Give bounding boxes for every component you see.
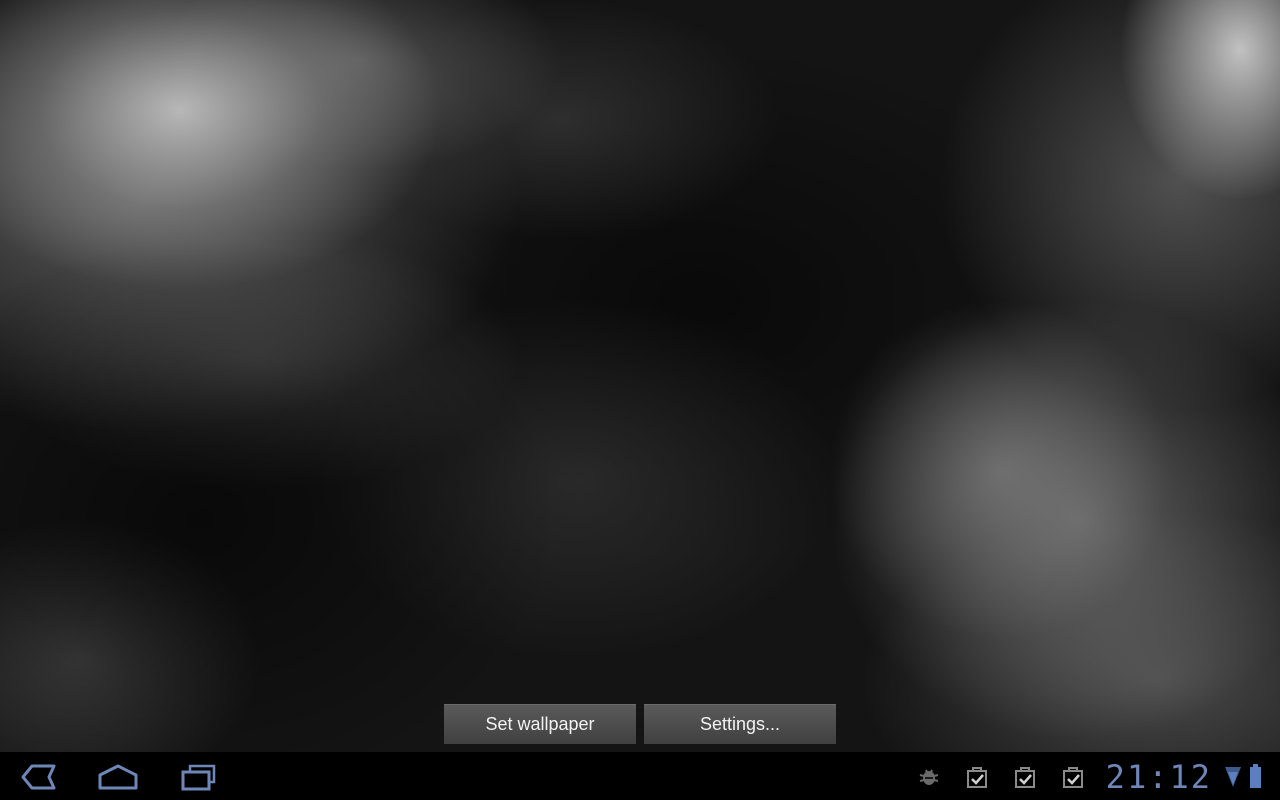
back-icon	[21, 764, 56, 790]
system-bar: 21:12	[0, 752, 1280, 800]
recent-apps-button[interactable]	[170, 760, 226, 794]
wallpaper-preview-screen: Set wallpaper Settings... 21:12	[0, 0, 1280, 800]
set-wallpaper-button[interactable]: Set wallpaper	[444, 704, 636, 744]
download-complete-icon[interactable]	[1012, 764, 1038, 790]
wallpaper-actions: Set wallpaper Settings...	[444, 704, 836, 744]
settings-button[interactable]: Settings...	[644, 704, 836, 744]
recent-apps-icon	[181, 764, 216, 791]
download-complete-icon[interactable]	[964, 764, 990, 790]
home-button[interactable]	[90, 760, 146, 794]
status-clock[interactable]: 21:12	[1106, 756, 1212, 798]
android-debug-icon[interactable]	[916, 764, 942, 790]
wallpaper-shade	[0, 0, 1280, 752]
wifi-signal-icon[interactable]	[1224, 766, 1242, 788]
home-icon	[98, 764, 138, 790]
wallpaper-preview	[0, 0, 1280, 752]
download-complete-icon[interactable]	[1060, 764, 1086, 790]
battery-icon[interactable]	[1250, 764, 1261, 788]
back-button[interactable]	[10, 760, 66, 794]
